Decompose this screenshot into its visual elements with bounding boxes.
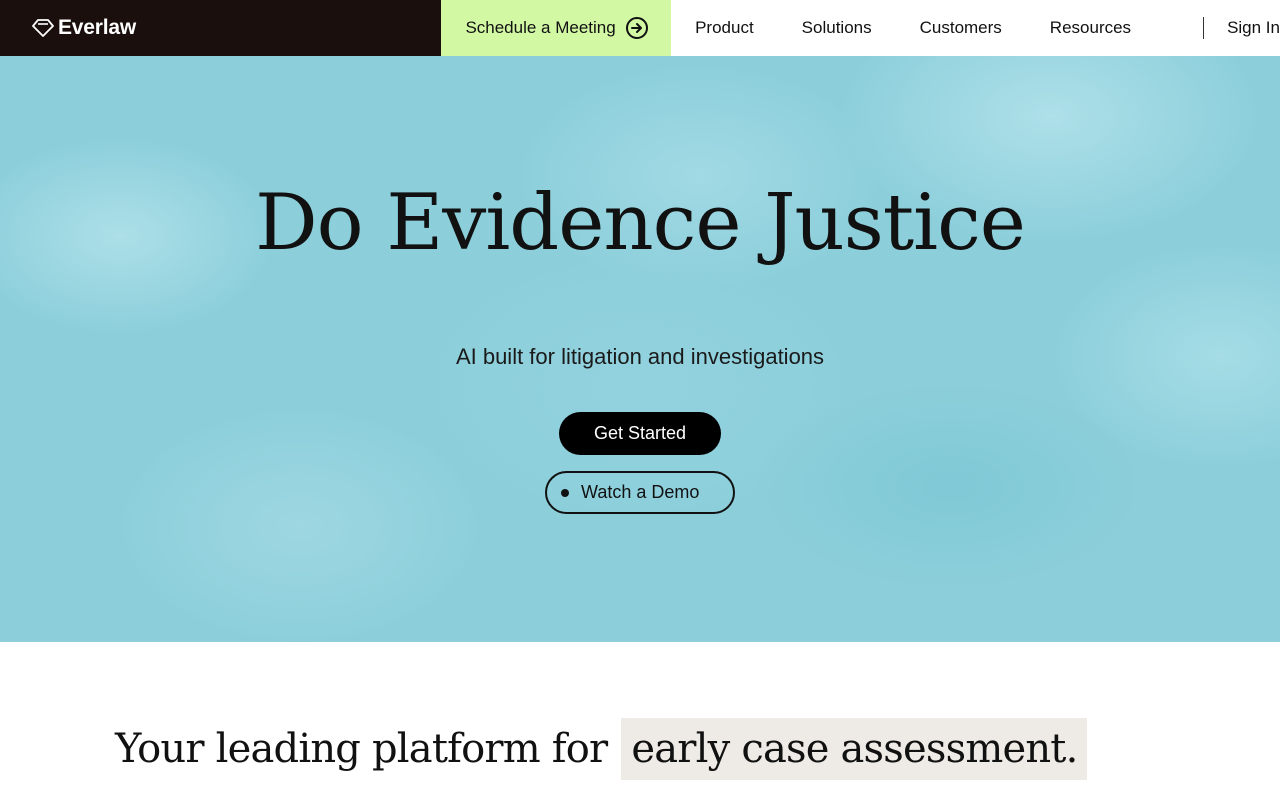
get-started-button[interactable]: Get Started — [559, 412, 721, 455]
dot-icon — [561, 488, 569, 497]
nav-item-customers[interactable]: Customers — [920, 18, 1002, 38]
everlaw-logo[interactable]: Everlaw — [32, 16, 136, 40]
brand-name: Everlaw — [58, 16, 136, 39]
platform-heading-lead: Your leading platform for — [115, 726, 608, 772]
brand-area: Everlaw — [0, 0, 442, 56]
watch-demo-button[interactable]: Watch a Demo — [545, 471, 735, 514]
watch-demo-label: Watch a Demo — [581, 482, 700, 502]
arrow-right-circle-icon — [626, 17, 649, 39]
hero-subtitle: AI built for litigation and investigatio… — [455, 344, 825, 369]
platform-heading: Your leading platform for early case ass… — [115, 718, 1088, 780]
sign-in-link[interactable]: Sign In — [1227, 18, 1280, 38]
nav-divider — [1203, 17, 1205, 39]
main-menu: Product Solutions Customers Resources Si… — [671, 0, 1280, 56]
nav-item-solutions[interactable]: Solutions — [802, 18, 872, 38]
nav-item-resources[interactable]: Resources — [1050, 18, 1131, 38]
schedule-meeting-label: Schedule a Meeting — [465, 18, 616, 37]
diamond-logo-icon — [32, 19, 54, 37]
hero-section: Do Evidence Justice AI built for litigat… — [0, 56, 1280, 642]
nav-item-product[interactable]: Product — [695, 18, 754, 38]
platform-heading-highlight: early case assessment. — [621, 718, 1088, 780]
schedule-meeting-button[interactable]: Schedule a Meeting — [441, 0, 672, 56]
hero-title: Do Evidence Justice — [255, 178, 1026, 268]
top-navigation: Everlaw Schedule a Meeting Product Solut… — [0, 0, 1280, 56]
